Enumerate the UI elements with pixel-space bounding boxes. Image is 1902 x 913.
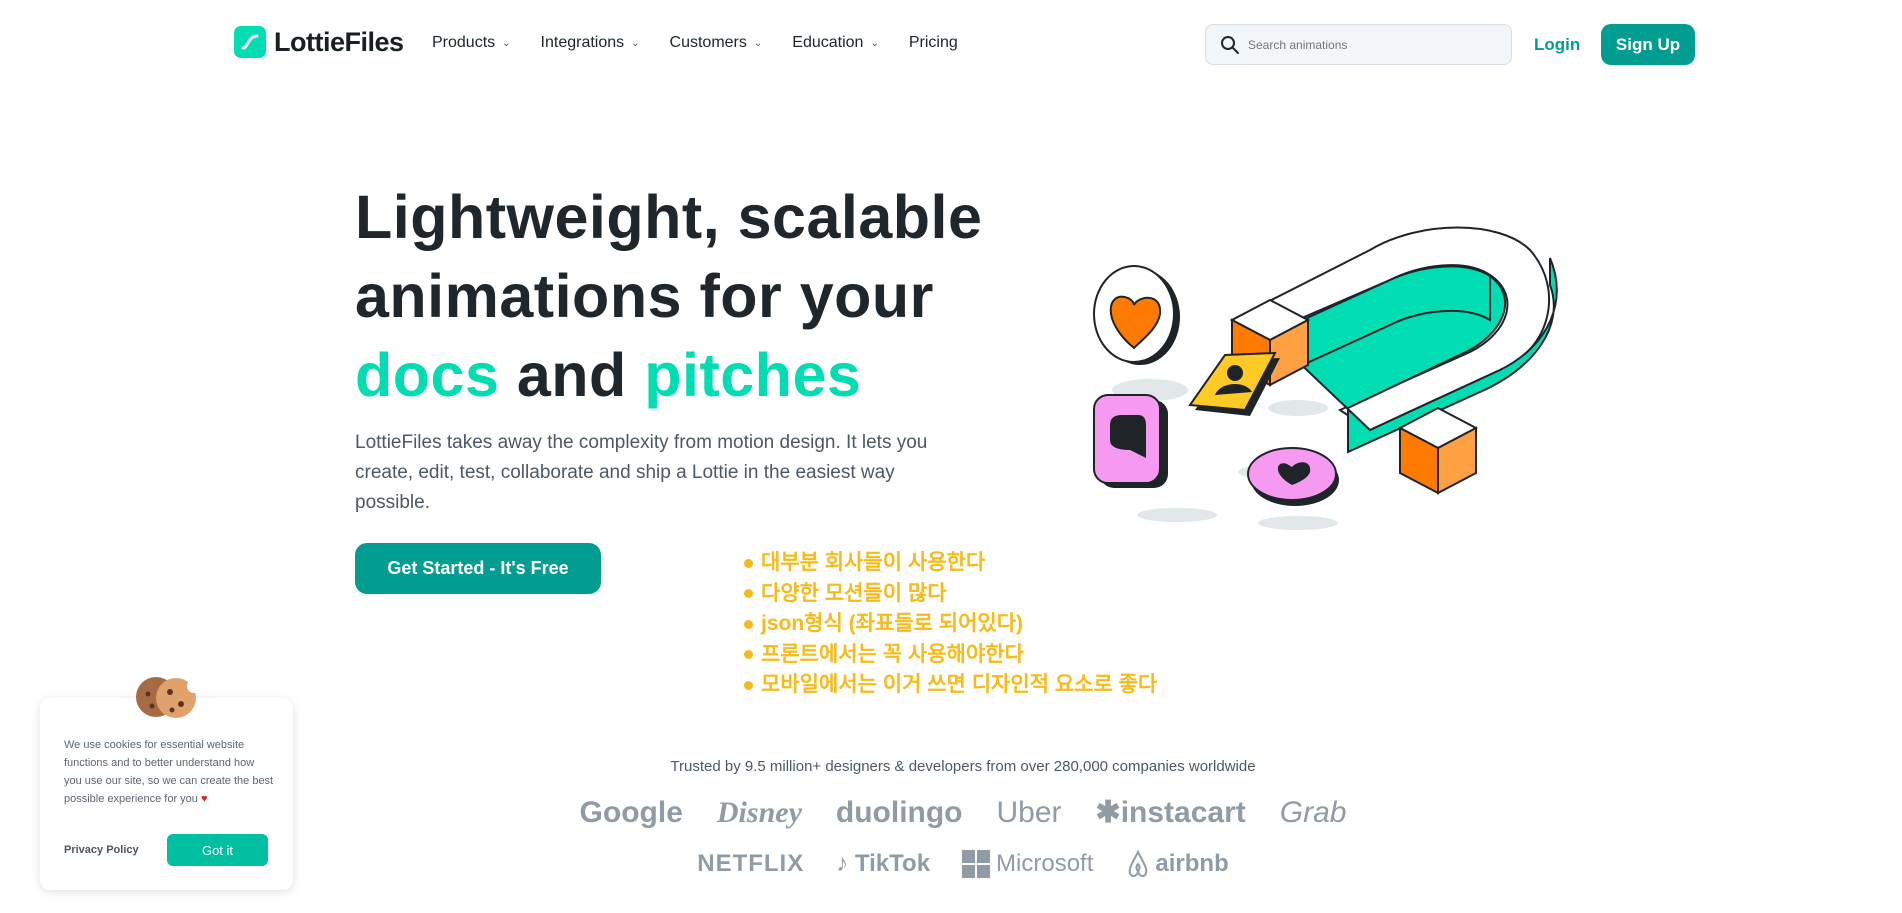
cookie-banner: We use cookies for essential website fun… [40,677,293,890]
search-input[interactable] [1248,37,1498,52]
note-item: 대부분 회사들이 사용한다 [744,548,1157,579]
note-text: 대부분 회사들이 사용한다 [761,551,986,574]
menu-item-pricing[interactable]: Pricing [909,34,958,52]
note-item: 다양한 모션들이 많다 [744,579,1157,610]
airbnb-logo-text: airbnb [1155,850,1229,877]
bullet-icon [744,558,753,568]
bullet-icon [744,589,753,599]
signup-button[interactable]: Sign Up [1601,24,1695,65]
menu-item-products[interactable]: Products ⌄ [432,34,511,52]
headline-accent: docs [355,341,500,409]
note-item: 모바일에서는 이거 쓰면 디자인적 요소로 좋다 [744,670,1157,701]
headline-accent: pitches [644,341,862,409]
headline-line: Lightweight, scalable [355,183,983,251]
carrot-icon: ✱ [1095,796,1121,829]
note-item: json형식 (좌표들로 되어있다) [744,609,1157,640]
tiktok-logo: ♪ TikTok [836,850,930,878]
cookie-text: We use cookies for essential website fun… [64,736,274,808]
menu-label: Integrations [540,34,625,51]
login-link[interactable]: Login [1534,35,1580,55]
search-box[interactable] [1205,24,1512,65]
privacy-policy-link[interactable]: Privacy Policy [64,844,139,856]
chevron-down-icon: ⌄ [502,37,511,49]
got-it-button[interactable]: Got it [167,834,268,866]
menu-label: Customers [669,34,747,51]
instacart-logo-text: instacart [1120,796,1246,829]
headline-word: and [516,341,627,409]
google-logo: Google [579,795,683,829]
microsoft-grid-icon [962,850,991,878]
airbnb-logo: airbnb [1125,850,1229,878]
hero-subtext: LottieFiles takes away the complexity fr… [355,432,928,513]
chevron-down-icon: ⌄ [870,37,879,49]
annotation-notes: 대부분 회사들이 사용한다 다양한 모션들이 많다 json형식 (좌표들로 되… [744,548,1157,701]
menu-label: Products [432,34,496,51]
chevron-down-icon: ⌄ [631,37,640,49]
microsoft-logo-text: Microsoft [996,850,1094,877]
note-text: 프론트에서는 꼭 사용해야한다 [761,642,1024,666]
menu-label: Education [792,34,864,51]
tiktok-logo-text: TikTok [854,850,931,877]
tiktok-note-icon: ♪ [836,850,849,877]
bullet-icon [744,650,753,660]
chevron-down-icon: ⌄ [753,37,763,49]
instacart-logo: ✱instacart [1096,795,1246,830]
disney-logo: Disney [716,795,802,829]
cookie-icon [136,677,200,718]
note-item: 프론트에서는 꼭 사용해야한다 [744,640,1157,671]
duolingo-logo: duolingo [835,795,963,829]
netflix-logo: NETFLIX [697,850,805,877]
hero-magnet-illustration [1093,226,1558,530]
main-menu: Products ⌄ Integrations ⌄ Customers ⌄ Educa… [432,34,988,52]
menu-item-integrations[interactable]: Integrations ⌄ [541,34,640,52]
lottie-logo-icon [234,26,266,58]
get-started-button[interactable]: Get Started - It's Free [355,543,601,594]
menu-item-customers[interactable]: Customers ⌄ [670,34,763,52]
menu-item-education[interactable]: Education ⌄ [792,34,879,52]
bullet-icon [744,680,753,690]
logo[interactable]: LottieFiles [234,26,404,58]
microsoft-logo: Microsoft [962,850,1093,878]
bullet-icon [744,619,753,629]
search-icon [1221,35,1239,54]
uber-logo: Uber [996,795,1062,829]
top-nav: LottieFiles Products ⌄ Integrations ⌄ Cust… [0,0,1902,90]
headline-line: docs and pitches [355,336,1055,415]
headline-line: animations for your [355,262,934,330]
note-text: 다양한 모션들이 많다 [761,581,947,605]
menu-label: Pricing [908,34,958,51]
airbnb-icon [1129,850,1148,878]
hero-headline: Lightweight, scalable animations for you… [355,178,1055,415]
cookie-message: We use cookies for essential website fun… [64,739,274,805]
logo-text: LottieFiles [274,26,404,57]
note-text: json형식 (좌표들로 되어있다) [761,612,1024,635]
grab-logo: Grab [1279,795,1347,829]
note-text: 모바일에서는 이거 쓰면 디자인적 요소로 좋다 [761,673,1158,696]
heart-icon: ♥ [200,793,208,805]
